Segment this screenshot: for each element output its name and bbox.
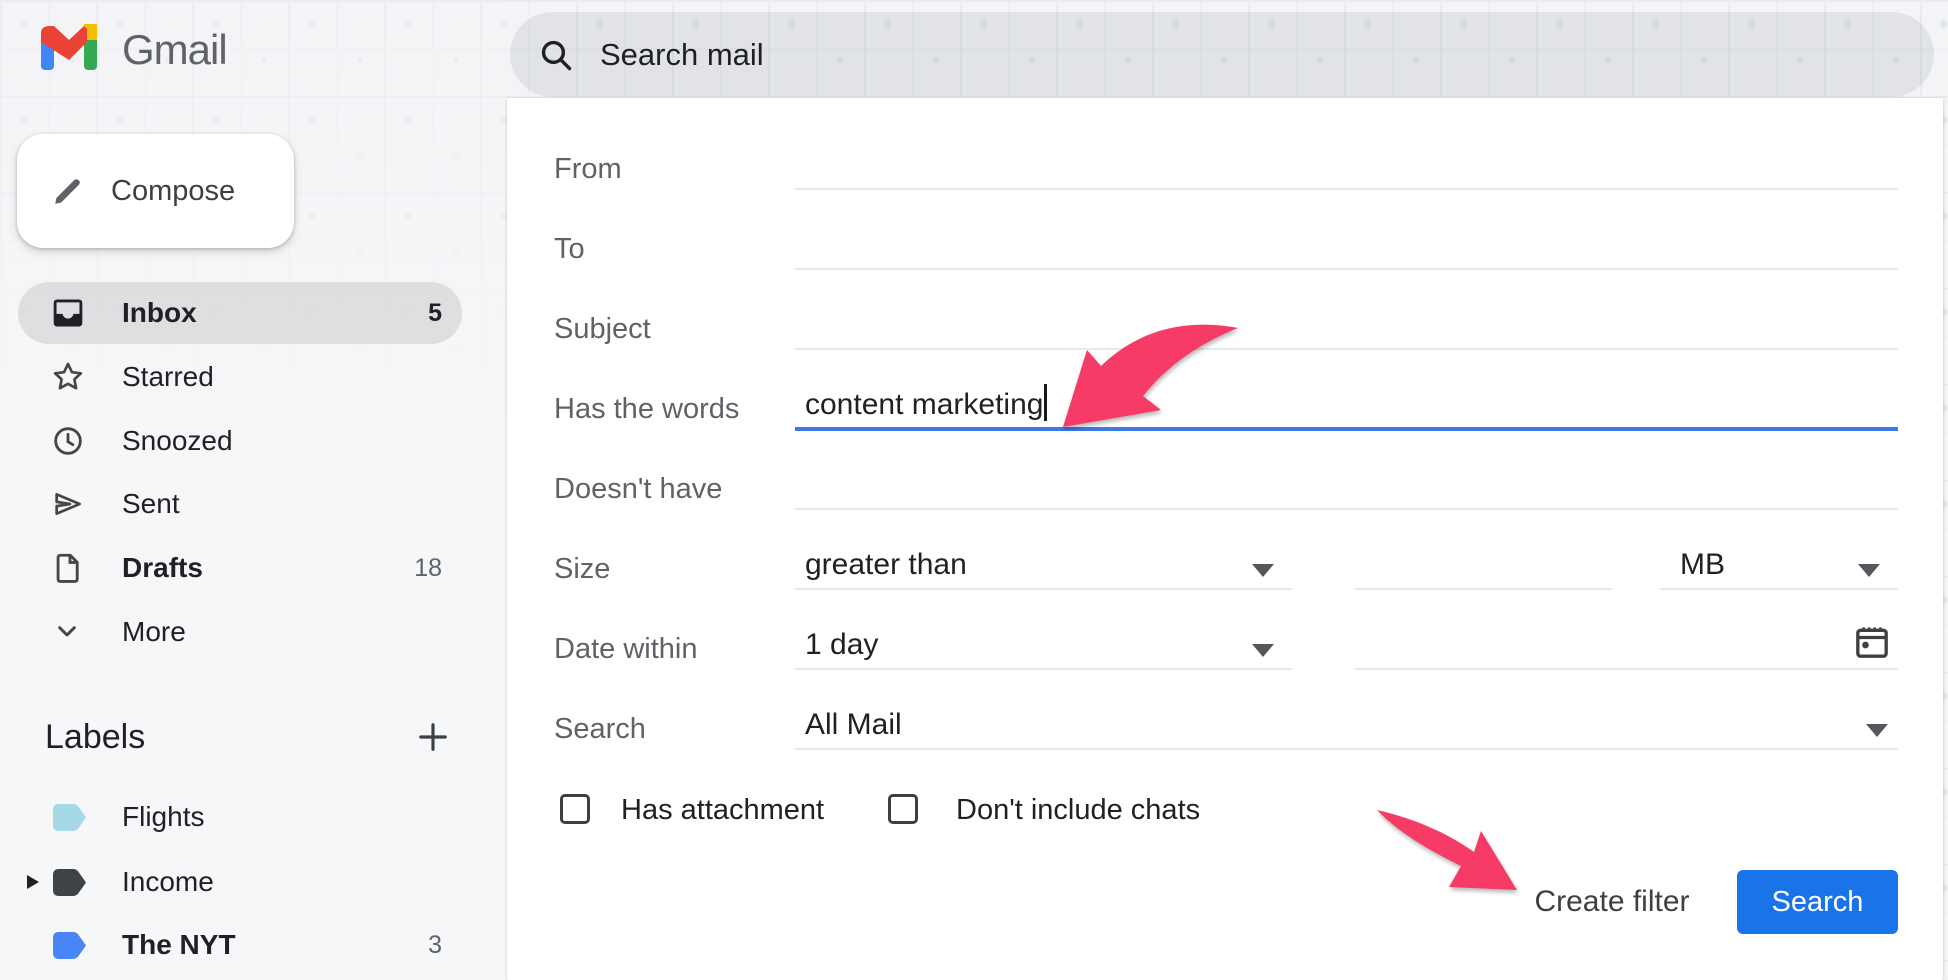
search-button[interactable]: Search	[1737, 870, 1898, 934]
gmail-app: { "app": { "name": "Gmail" }, "colors": …	[0, 0, 1948, 980]
form-row-size: Size greater than MB	[554, 539, 1898, 599]
tag-icon	[53, 932, 86, 959]
has-attachment-checkbox[interactable]	[560, 794, 590, 824]
form-row-options: Has attachment Don't include chats	[554, 779, 1898, 839]
form-row-subject: Subject	[554, 299, 1898, 359]
sidebar-label-the-nyt[interactable]: The NYT 3	[0, 914, 462, 976]
sidebar-item-starred[interactable]: Starred	[18, 346, 462, 408]
date-range-dropdown[interactable]: 1 day	[795, 619, 1292, 679]
sidebar-item-label: Sent	[122, 488, 180, 520]
tag-icon	[53, 869, 86, 896]
gmail-wordmark: Gmail	[122, 26, 227, 74]
form-row-search-scope: Search All Mail	[554, 699, 1898, 759]
sidebar-label-flights[interactable]: Flights	[0, 786, 462, 848]
sidebar-item-label: Drafts	[122, 552, 203, 584]
sidebar-item-label: More	[122, 616, 186, 648]
doesnt-have-field[interactable]	[795, 459, 1898, 519]
gmail-logo-icon	[40, 24, 98, 75]
form-row-to: To	[554, 219, 1898, 279]
star-icon	[51, 360, 85, 394]
compose-button[interactable]: Compose	[17, 134, 294, 248]
dropdown-caret-icon	[1866, 724, 1888, 737]
dropdown-caret-icon	[1252, 564, 1274, 577]
expand-arrow-icon[interactable]	[27, 875, 39, 889]
form-row-doesnt-have: Doesn't have	[554, 459, 1898, 519]
sidebar-label-income[interactable]: Income	[0, 851, 462, 913]
create-label-button[interactable]	[412, 716, 454, 758]
labels-section-title: Labels	[45, 718, 145, 757]
dont-include-chats-checkbox[interactable]	[888, 794, 918, 824]
text-cursor	[1044, 384, 1047, 421]
sidebar: Gmail Compose Inbox 5 Starred	[0, 0, 507, 980]
has-the-words-field[interactable]: content marketing	[795, 379, 1898, 439]
sidebar-item-drafts[interactable]: Drafts 18	[18, 537, 462, 599]
plus-icon	[412, 716, 454, 758]
search-input[interactable]: Search mail	[600, 37, 764, 73]
pencil-icon	[51, 174, 85, 208]
sidebar-item-label: Inbox	[122, 297, 197, 329]
gmail-logo: Gmail	[40, 24, 227, 75]
form-row-has-the-words: Has the words content marketing	[554, 379, 1898, 439]
draft-icon	[51, 551, 85, 585]
sidebar-item-snoozed[interactable]: Snoozed	[18, 410, 462, 472]
tag-icon	[53, 804, 86, 831]
dropdown-caret-icon	[1252, 644, 1274, 657]
drafts-count-badge: 18	[414, 554, 442, 583]
search-bar[interactable]: Search mail	[510, 12, 1934, 97]
size-unit-dropdown[interactable]: MB	[1660, 539, 1898, 599]
chevron-down-icon	[51, 615, 85, 649]
label-name: The NYT	[122, 929, 236, 961]
clock-icon	[51, 424, 85, 458]
label-name: Income	[122, 866, 214, 898]
sidebar-item-label: Starred	[122, 361, 214, 393]
compose-label: Compose	[111, 175, 235, 208]
inbox-icon	[51, 296, 85, 330]
inbox-count-badge: 5	[428, 299, 442, 328]
date-picker-field[interactable]	[1355, 619, 1898, 679]
subject-field[interactable]	[795, 299, 1898, 359]
nyt-count-badge: 3	[428, 931, 442, 960]
from-field[interactable]	[795, 139, 1898, 199]
size-operator-dropdown[interactable]: greater than	[795, 539, 1292, 599]
search-scope-dropdown[interactable]: All Mail	[795, 699, 1898, 759]
sidebar-item-sent[interactable]: Sent	[18, 473, 462, 535]
sidebar-item-label: Snoozed	[122, 425, 233, 457]
size-amount-field[interactable]	[1355, 539, 1612, 599]
advanced-search-panel: From To Subject Has the words content ma…	[507, 98, 1943, 980]
calendar-icon[interactable]	[1852, 622, 1892, 667]
create-filter-button[interactable]: Create filter	[1522, 870, 1702, 934]
to-field[interactable]	[795, 219, 1898, 279]
sidebar-item-more[interactable]: More	[18, 601, 462, 663]
send-icon	[51, 487, 85, 521]
label-name: Flights	[122, 801, 204, 833]
form-row-from: From	[554, 139, 1898, 199]
dropdown-caret-icon	[1858, 564, 1880, 577]
form-row-date-within: Date within 1 day	[554, 619, 1898, 679]
sidebar-item-inbox[interactable]: Inbox 5	[18, 282, 462, 344]
magnifier-icon	[538, 37, 574, 73]
